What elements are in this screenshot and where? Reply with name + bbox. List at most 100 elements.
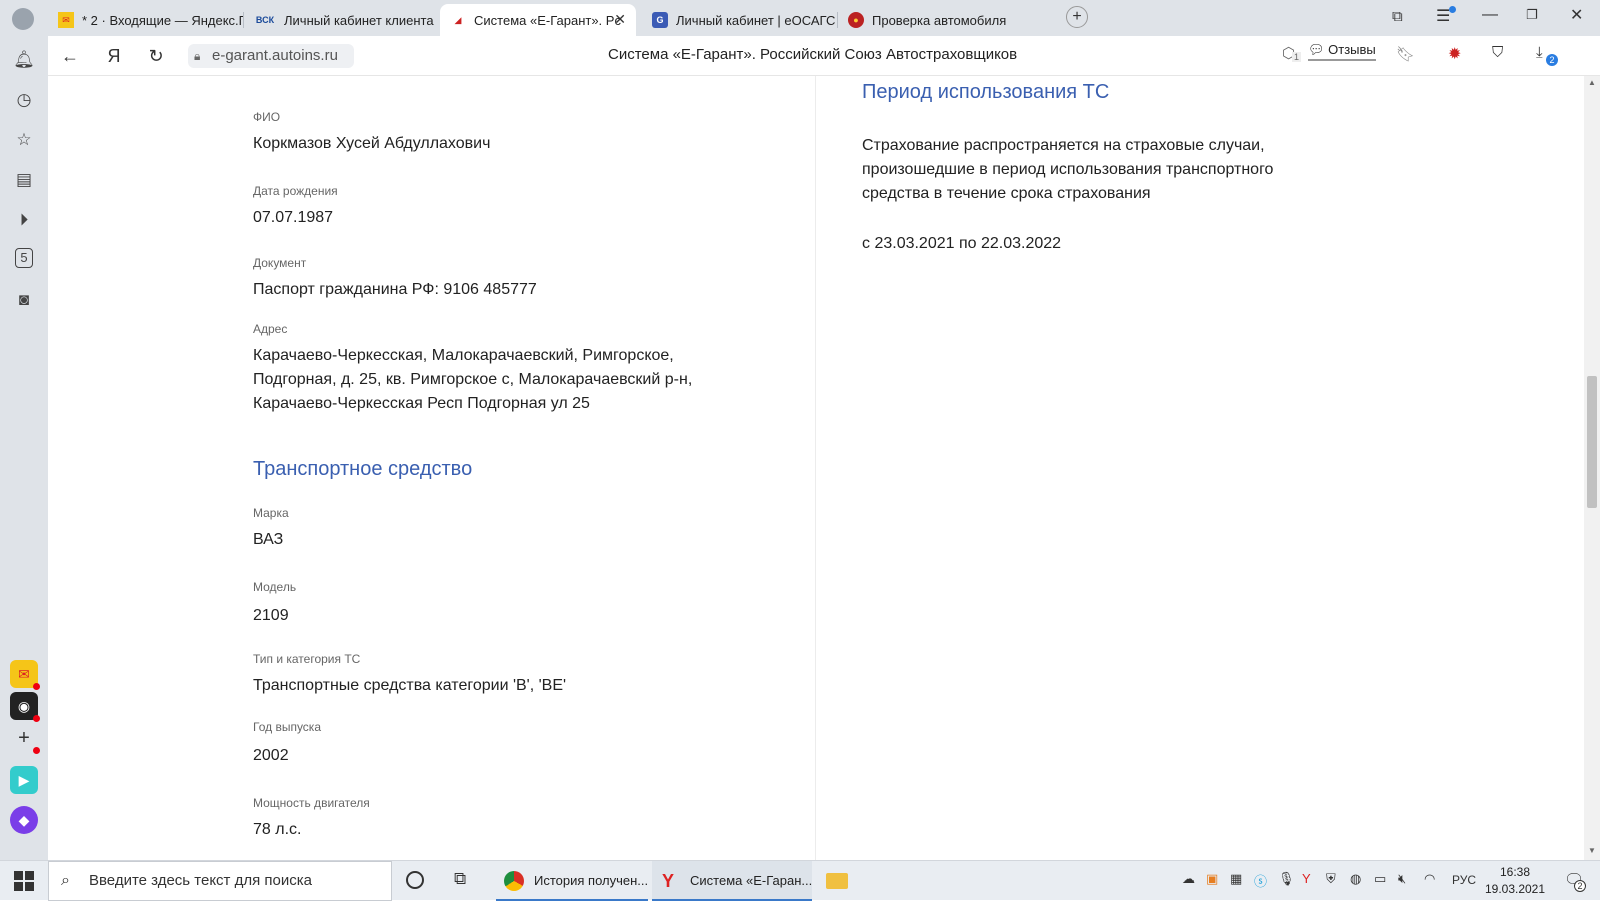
speech-bubble-icon: 💬︎	[1308, 42, 1325, 57]
folder-icon	[826, 873, 848, 889]
menu-icon[interactable]: ☰	[1436, 6, 1457, 26]
scroll-up-arrow[interactable]: ▲	[1588, 78, 1596, 87]
bookmark-icon[interactable]: 🔖︎	[1396, 45, 1415, 63]
tab-egarant[interactable]: ◢ Система «Е-Гарант». Рс ✕	[440, 4, 636, 36]
dob-value: 07.07.1987	[253, 209, 334, 226]
fio-label: ФИО	[253, 110, 281, 124]
media-app-icon[interactable]: ▶	[10, 766, 38, 794]
power-label: Мощность двигателя	[253, 796, 370, 810]
period-text-line-1: Страхование распространяется на страховы…	[862, 137, 1265, 154]
mail-icon: ✉	[58, 12, 74, 28]
star-icon[interactable]: ☆	[12, 128, 36, 152]
microphone-icon[interactable]: 🎙︎	[1278, 871, 1295, 887]
url-field[interactable]: 🔒︎ e-garant.autoins.ru	[188, 44, 354, 68]
model-value: 2109	[253, 607, 289, 624]
egarant-icon: ◢	[454, 14, 462, 25]
yandex-tray-icon[interactable]: Y	[1302, 871, 1311, 886]
close-tab-icon[interactable]: ✕	[614, 11, 626, 28]
new-tab-button[interactable]: +	[1066, 6, 1088, 28]
shield-icon: G	[652, 12, 668, 28]
scroll-thumb[interactable]	[1587, 376, 1597, 508]
column-divider	[815, 76, 816, 860]
adblock-icon[interactable]: ✹	[1448, 44, 1461, 64]
windows-start-icon[interactable]	[14, 871, 34, 891]
address-line-1: Карачаево-Черкесская, Малокарачаевский, …	[253, 347, 674, 364]
alice-icon[interactable]: ◆	[10, 806, 38, 834]
back-button[interactable]: ←	[58, 44, 82, 68]
chrome-icon	[504, 871, 524, 891]
document-value: Паспорт гражданина РФ: 9106 485777	[253, 281, 537, 298]
bell-icon[interactable]: 🔔︎	[12, 48, 36, 72]
notifications-icon[interactable]: 🗨︎ 2	[1564, 870, 1586, 892]
camera-icon[interactable]: ◙	[12, 288, 36, 312]
task-view-icon[interactable]: ⧉	[454, 869, 466, 889]
extension-icon[interactable]: ⬡ 1	[1282, 44, 1302, 62]
bookmarks-panel-icon[interactable]: ⧉	[1392, 8, 1403, 25]
collections-icon[interactable]: ▤	[12, 168, 36, 192]
tab-bar: ✉ * 2 · Входящие — Яндекс.П ВСК Личный к…	[0, 0, 1600, 36]
yandex-mail-app-icon[interactable]: ✉	[10, 660, 40, 690]
tab-yandex-mail[interactable]: ✉ * 2 · Входящие — Яндекс.П	[48, 4, 244, 36]
tab-eosago[interactable]: G Личный кабинет | еОСАГС	[642, 4, 838, 36]
display-icon[interactable]: ▭	[1374, 871, 1386, 887]
skype-icon[interactable]: ⓢ	[1254, 871, 1267, 890]
defender-icon[interactable]: ◍	[1350, 871, 1361, 887]
downloads-icon[interactable]: ⤓ 2	[1536, 44, 1558, 66]
taskbar-search-input[interactable]: ⌕ Введите здесь текст для поиска	[48, 861, 392, 901]
taskbar-app-explorer[interactable]	[816, 861, 856, 901]
messenger-app-icon[interactable]: ◉	[10, 692, 40, 722]
restore-button[interactable]: ❐	[1526, 7, 1538, 23]
search-icon: ⌕	[61, 872, 70, 889]
vehicle-type-value: Транспортные средства категории 'B', 'BE…	[253, 677, 567, 694]
page-scrollbar[interactable]: ▲ ▼	[1584, 76, 1600, 860]
windows-taskbar: ⌕ Введите здесь текст для поиска ⧉ Истор…	[0, 860, 1600, 901]
gibdd-icon: ●	[848, 12, 864, 28]
tray-icon-2[interactable]: ▦	[1230, 871, 1242, 887]
play-icon[interactable]: ⏵	[12, 208, 36, 232]
taskbar-app-yandex-browser[interactable]: Y Система «Е-Гаран...	[652, 861, 812, 901]
period-text-line-3: средства в течение срока страхования	[862, 185, 1151, 202]
profile-icon[interactable]	[12, 8, 34, 30]
security-icon[interactable]: ⛨	[1326, 871, 1336, 887]
address-label: Адрес	[253, 322, 288, 336]
page-content: ФИО Коркмазов Хусей Абдуллахович Дата ро…	[48, 76, 1584, 860]
clock[interactable]: 16:38 19.03.2021	[1480, 864, 1550, 898]
period-heading: Период использования ТС	[862, 81, 1110, 103]
page-title: Система «Е-Гарант». Российский Союз Авто…	[608, 46, 1018, 63]
tab-gibdd[interactable]: ● Проверка автомобиля	[838, 4, 1034, 36]
vsk-icon: ВСК	[255, 15, 275, 25]
tab-vsk[interactable]: ВСК Личный кабинет клиента	[244, 4, 440, 36]
zen-icon[interactable]: 5	[15, 248, 33, 268]
browser-sidebar: 🔔︎ ◷ ☆ ▤ ⏵ 5 ◙ ✉ ◉ + ▶ ◆	[0, 36, 48, 860]
fio-value: Коркмазов Хусей Абдуллахович	[253, 135, 491, 152]
yandex-browser-icon: Y	[662, 871, 675, 891]
lock-icon: 🔒︎	[194, 49, 201, 63]
taskbar-app-chrome[interactable]: История получен...	[496, 861, 648, 901]
model-label: Модель	[253, 580, 297, 594]
scroll-down-arrow[interactable]: ▼	[1588, 846, 1596, 855]
onedrive-icon[interactable]: ☁	[1182, 871, 1195, 887]
address-line-2: Подгорная, д. 25, кв. Римгорское с, Мало…	[253, 371, 693, 388]
reviews-button[interactable]: 💬︎ Отзывы	[1308, 42, 1376, 61]
language-indicator[interactable]: РУС	[1452, 873, 1476, 887]
document-label: Документ	[253, 256, 307, 270]
address-line-3: Карачаево-Черкесская Респ Подгорная ул 2…	[253, 395, 590, 412]
vehicle-heading: Транспортное средство	[253, 458, 473, 480]
yandex-button[interactable]: Я	[102, 44, 126, 68]
cortana-icon[interactable]	[406, 871, 424, 889]
period-range: с 23.03.2021 по 22.03.2022	[862, 235, 1062, 252]
period-text-line-2: произошедшие в период использования тран…	[862, 161, 1274, 178]
power-value: 78 л.с.	[253, 821, 302, 838]
protect-icon[interactable]: ⛉	[1492, 44, 1503, 61]
year-label: Год выпуска	[253, 720, 321, 734]
app-tray-icon[interactable]: ▣	[1206, 871, 1218, 887]
network-icon[interactable]: ◠	[1424, 871, 1435, 887]
volume-muted-icon[interactable]: 🔇︎	[1398, 871, 1406, 887]
brand-value: ВАЗ	[253, 531, 284, 548]
year-value: 2002	[253, 747, 289, 764]
reload-button[interactable]: ↻	[144, 44, 168, 68]
history-icon[interactable]: ◷	[12, 88, 36, 112]
close-window-button[interactable]: ✕	[1570, 5, 1583, 25]
add-app-icon[interactable]: +	[10, 724, 40, 754]
minimize-button[interactable]: —	[1482, 6, 1498, 24]
